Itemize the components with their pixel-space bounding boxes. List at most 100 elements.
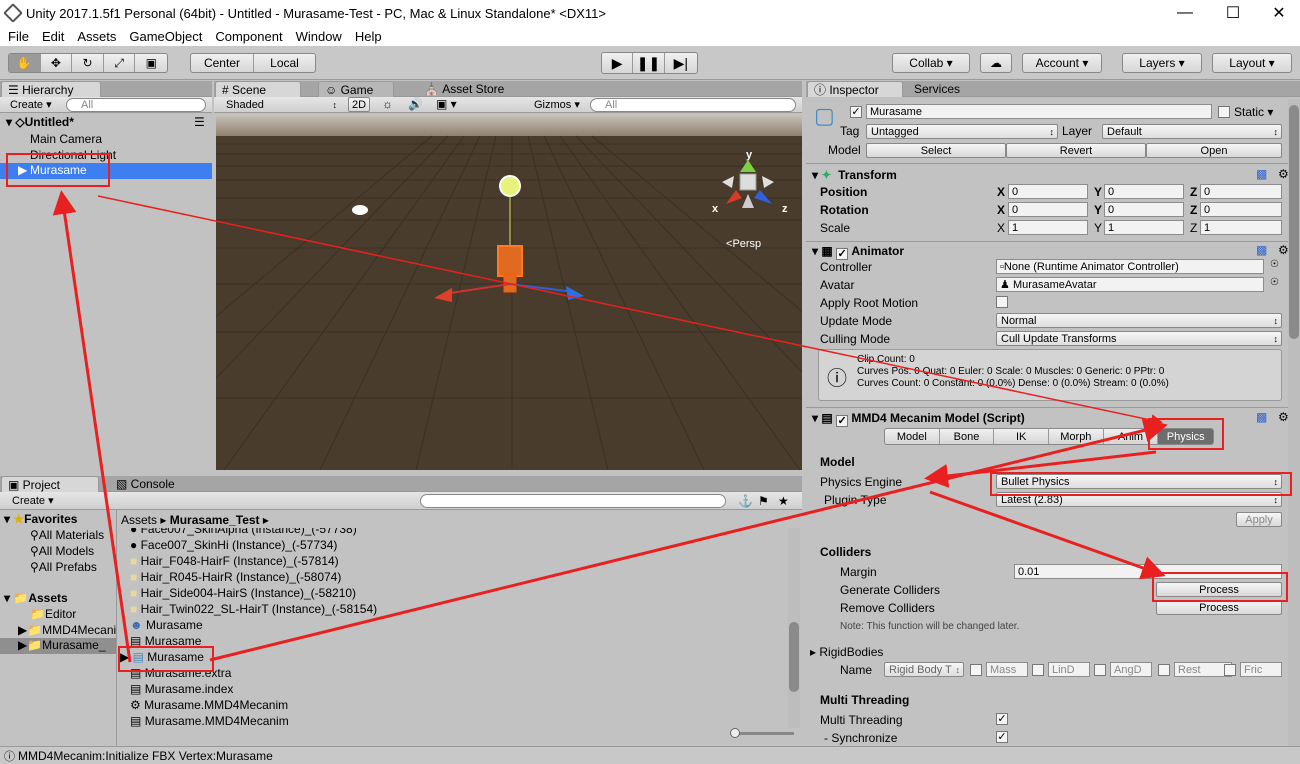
avatar-field[interactable]: ♟ MurasameAvatar [996,277,1264,292]
menu-assets[interactable]: Assets [72,29,121,44]
folder-murasame-test[interactable]: ▶📁Murasame_ [0,638,116,654]
assets-section[interactable]: ▾ 📁Assets [4,591,68,605]
pause-icon[interactable]: ❚❚ [633,53,665,73]
list-item-murasame-model[interactable]: ▶ ▤ Murasame [120,650,204,664]
tag-dropdown[interactable]: Untagged [866,124,1058,139]
favorite-star-icon[interactable]: ★ [778,494,789,508]
list-item[interactable]: ■ Hair_R045-HairR (Instance)_(-58074) [130,570,341,584]
help-icon[interactable]: ▩ [1256,410,1267,424]
object-name-field[interactable]: Murasame [866,104,1212,119]
tab-inspector[interactable]: ⓘ Inspector [807,81,903,97]
menu-edit[interactable]: Edit [37,29,69,44]
rest-checkbox[interactable] [1158,664,1170,676]
folder-mmd4mecanim[interactable]: ▶📁MMD4Mecani [18,623,116,637]
list-item[interactable]: ▤ Murasame [130,634,201,648]
multithreading-checkbox[interactable]: ✓ [996,713,1008,725]
hierarchy-create-button[interactable]: Create ▾ [10,98,52,111]
help-icon[interactable]: ▩ [1256,167,1267,181]
scale-z-field[interactable]: 1 [1200,220,1282,235]
list-item[interactable]: ■ Hair_F048-HairF (Instance)_(-57814) [130,554,339,568]
tab-scene[interactable]: # Scene [215,81,301,97]
lind-checkbox[interactable] [1032,664,1044,676]
hierarchy-item-murasame[interactable]: Murasame [0,163,212,179]
tab-console[interactable]: ▧ Console [110,476,196,492]
mmd-tab-physics[interactable]: Physics [1158,429,1213,444]
rotation-z-field[interactable]: 0 [1200,202,1282,217]
effects-icon[interactable]: ▣ ▾ [436,97,457,111]
menu-file[interactable]: File [3,29,34,44]
step-icon[interactable]: ▶| [665,53,697,73]
inspector-scrollbar-thumb[interactable] [1289,105,1299,339]
angd-field[interactable]: AngD [1110,662,1152,677]
rotate-tool-icon[interactable]: ↻ [72,54,104,72]
apply-button[interactable]: Apply [1236,512,1282,527]
rigidbody-type-dropdown[interactable]: Rigid Body T [884,662,964,677]
mmd-header[interactable]: ▾ ▤ ✓ MMD4 Mecanim Model (Script) [812,411,1025,427]
fric-checkbox[interactable] [1224,664,1236,676]
persp-label[interactable]: <Persp [726,238,761,250]
position-x-field[interactable]: 0 [1008,184,1088,199]
local-toggle[interactable]: Local [254,54,315,72]
list-item[interactable]: ▤ Murasame.extra [130,666,231,680]
list-item[interactable]: ☻ Murasame [130,618,203,632]
generate-process-button[interactable]: Process [1156,582,1282,597]
rigidbodies-foldout[interactable]: ▸ RigidBodies [810,645,883,659]
inspector-scrollbar[interactable] [1288,99,1300,746]
cloud-icon[interactable]: ☁ [980,53,1012,73]
active-checkbox[interactable]: ✓ [850,106,862,118]
menu-help[interactable]: Help [350,29,387,44]
minimize-icon[interactable]: — [1162,0,1208,26]
menu-window[interactable]: Window [291,29,347,44]
mmd-tab-ik[interactable]: IK [994,429,1050,444]
static-checkbox[interactable] [1218,106,1230,118]
update-mode-dropdown[interactable]: Normal [996,313,1282,328]
transform-header[interactable]: ▾ ✦ Transform [812,168,897,182]
folder-editor[interactable]: 📁Editor [30,607,76,621]
revert-button[interactable]: Revert [1006,143,1146,158]
mmd-tab-morph[interactable]: Morph [1049,429,1104,444]
lighting-icon[interactable]: ☼ [382,97,393,111]
mass-checkbox[interactable] [970,664,982,676]
project-create-button[interactable]: Create ▾ [12,494,54,507]
2d-toggle[interactable]: 2D [348,97,370,112]
mmd-tab-anim[interactable]: Anim [1104,429,1159,444]
list-item[interactable]: ■ Hair_Side004-HairS (Instance)_(-58210) [130,586,356,600]
close-icon[interactable]: ✕ [1256,0,1300,26]
animator-enabled-checkbox[interactable]: ✓ [836,248,849,260]
list-item[interactable]: ■ Hair_Twin022_SL-HairT (Instance)_(-581… [130,602,377,616]
mass-field[interactable]: Mass [986,662,1028,677]
icon-size-slider-thumb[interactable] [730,728,740,738]
object-picker-icon[interactable]: ☉ [1270,277,1279,288]
rotation-y-field[interactable]: 0 [1104,202,1184,217]
menu-component[interactable]: Component [210,29,287,44]
lind-field[interactable]: LinD [1048,662,1090,677]
favorite-all-models[interactable]: ⚲All Models [30,544,94,558]
scene-viewport[interactable]: y x z <Persp [216,114,802,470]
project-scrollbar-thumb[interactable] [789,622,799,692]
move-tool-icon[interactable]: ✥ [41,54,73,72]
project-scrollbar[interactable] [788,528,800,728]
mmd-tab-bone[interactable]: Bone [940,429,995,444]
scene-root[interactable]: ▾ ◇Untitled* [6,115,74,129]
list-item[interactable]: ⚙ Murasame.MMD4Mecanim [130,698,288,712]
account-button[interactable]: Account ▾ [1022,53,1102,73]
mmd-enabled-checkbox[interactable]: ✓ [836,415,849,427]
rect-tool-icon[interactable]: ▣ [135,54,167,72]
list-item[interactable]: ● Face007_SkinAlpha (Instance)_(-57738) [130,528,357,536]
breadcrumb-root[interactable]: Assets [121,513,157,527]
gizmos-dropdown[interactable]: Gizmos ▾ [534,98,580,111]
position-y-field[interactable]: 0 [1104,184,1184,199]
culling-mode-dropdown[interactable]: Cull Update Transforms [996,331,1282,346]
mmd-tab-model[interactable]: Model [885,429,940,444]
synchronize-checkbox[interactable]: ✓ [996,731,1008,743]
collab-button[interactable]: Collab ▾ [892,53,970,73]
open-button[interactable]: Open [1146,143,1282,158]
help-icon[interactable]: ▩ [1256,243,1267,257]
animator-header[interactable]: ▾ ▦ ✓ Animator [812,244,904,260]
layers-button[interactable]: Layers ▾ [1122,53,1202,73]
tab-services[interactable]: Services [908,81,988,97]
list-item[interactable]: ▤ Murasame.MMD4Mecanim [130,714,289,728]
hierarchy-item-directional-light[interactable]: Directional Light [30,148,116,162]
tab-asset-store[interactable]: ⛪ Asset Store [418,81,528,97]
physics-engine-dropdown[interactable]: Bullet Physics [996,474,1282,489]
